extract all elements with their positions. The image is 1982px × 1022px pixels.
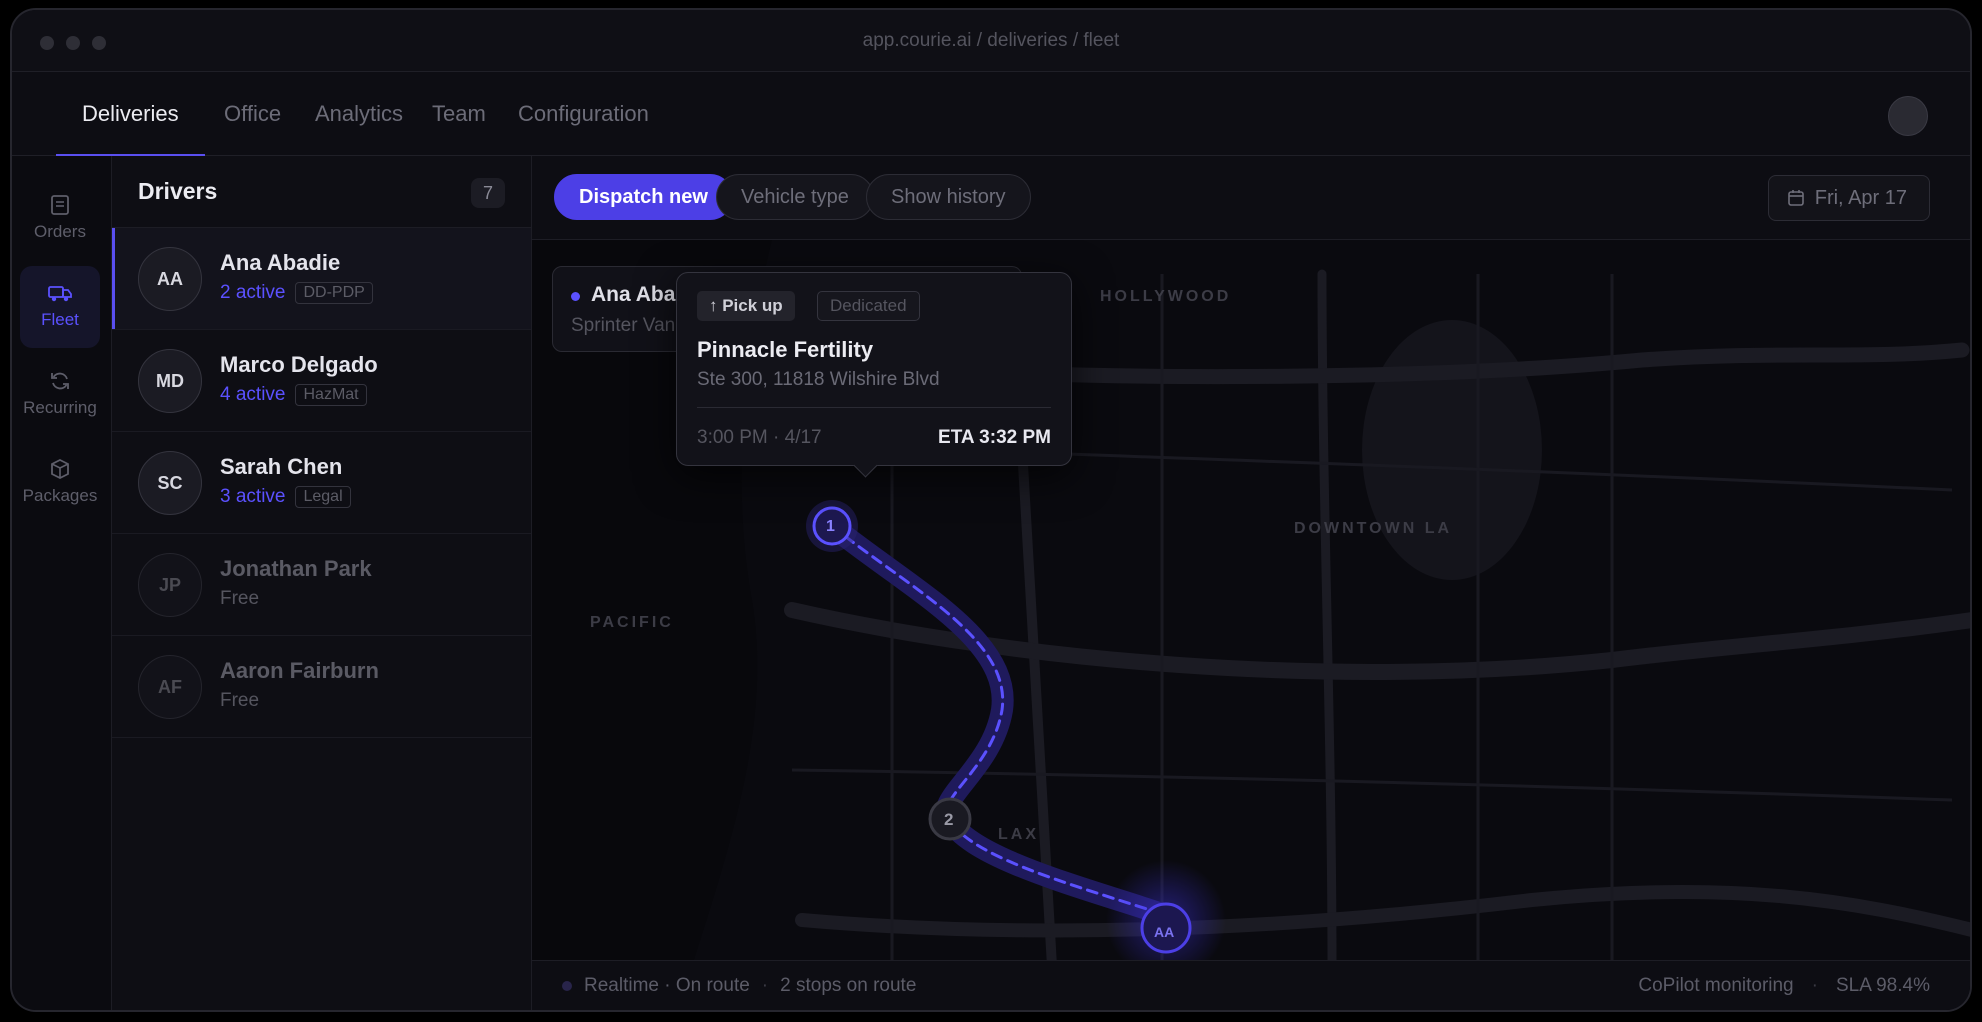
- driver-name: Marco Delgado: [220, 352, 378, 377]
- stop-eta: ETA 3:32 PM: [938, 427, 1051, 448]
- app-window: app.courie.ai / deliveries / fleet Deliv…: [10, 8, 1972, 1012]
- driver-status: 3 active: [220, 486, 286, 507]
- driver-row-sarah-chen[interactable]: SC Sarah Chen 3 active Legal: [112, 432, 531, 534]
- date-picker-button[interactable]: Fri, Apr 17: [1767, 175, 1930, 221]
- truck-icon: [48, 286, 72, 302]
- map-toolbar: Dispatch new Vehicle type Show history F…: [532, 156, 1970, 240]
- vehicle-type-filter[interactable]: Vehicle type: [716, 174, 874, 220]
- tab-deliveries[interactable]: Deliveries: [56, 72, 205, 157]
- driver-status: 4 active: [220, 384, 286, 405]
- rail-item-recurring[interactable]: Recurring: [20, 354, 100, 436]
- route-path: [830, 524, 1170, 918]
- driver-meta: 2 active DD-PDP: [220, 282, 373, 304]
- box-icon: [51, 458, 69, 480]
- service-type-badge: Dedicated: [817, 291, 920, 321]
- main-panel: Dispatch new Vehicle type Show history F…: [532, 156, 1970, 1010]
- driver-row-aaron-fairburn[interactable]: AF Aaron Fairburn Free: [112, 636, 531, 738]
- driver-status: Free: [220, 690, 260, 711]
- realtime-status: Realtime · On route: [584, 975, 750, 996]
- rail-label-orders: Orders: [34, 222, 86, 241]
- rail-label-recurring: Recurring: [23, 398, 97, 417]
- rail-item-fleet[interactable]: Fleet: [20, 266, 100, 348]
- driver-name: Sarah Chen: [220, 454, 343, 479]
- title-bar: app.courie.ai / deliveries / fleet: [12, 10, 1970, 72]
- dispatch-new-button[interactable]: Dispatch new: [554, 174, 733, 220]
- rail-label-packages: Packages: [22, 486, 98, 505]
- map-label-hollywood: HOLLYWOOD: [1100, 288, 1232, 305]
- driver-avatar: AF: [138, 655, 202, 719]
- drivers-panel: Drivers 7 AA Ana Abadie 2 active DD-PDP …: [112, 156, 532, 1010]
- map-label-lax: LAX: [998, 826, 1039, 843]
- calendar-icon: [1787, 190, 1804, 206]
- pickup-badge: ↑ Pick up: [697, 291, 795, 321]
- stop-time: 3:00 PM · 4/17: [697, 427, 822, 448]
- driver-avatar: JP: [138, 553, 202, 617]
- rail-item-orders[interactable]: Orders: [20, 178, 100, 260]
- status-left: Realtime · On route · 2 stops on route: [562, 975, 916, 997]
- driver-marker-label[interactable]: AA: [1154, 924, 1174, 940]
- popup-divider: [697, 407, 1051, 408]
- address-url: app.courie.ai / deliveries / fleet: [862, 30, 1120, 51]
- driver-name: Ana Abadie: [220, 250, 341, 275]
- drivers-header: Drivers 7: [112, 156, 531, 228]
- rail-label-fleet: Fleet: [41, 310, 79, 329]
- driver-name: Jonathan Park: [220, 556, 372, 581]
- route-map[interactable]: HOLLYWOOD DOWNTOWN LA PACIFIC LAX 1 2 AA…: [532, 240, 1970, 960]
- route-vehicle: Sprinter Van ·: [571, 315, 687, 336]
- stops-on-route: 2 stops on route: [780, 975, 917, 996]
- driver-row-marco-delgado[interactable]: MD Marco Delgado 4 active HazMat: [112, 330, 531, 432]
- driver-meta: 4 active HazMat: [220, 384, 367, 406]
- document-icon: [51, 195, 69, 215]
- sla-value: SLA 98.4%: [1835, 975, 1930, 996]
- route-color-dot: [571, 292, 580, 301]
- stop-details-popup[interactable]: ↑ Pick up Dedicated Pinnacle Fertility S…: [676, 272, 1072, 466]
- map-label-pacific: PACIFIC: [590, 614, 674, 631]
- driver-name: Aaron Fairburn: [220, 658, 379, 683]
- drivers-count-badge: 7: [471, 178, 505, 208]
- status-separator: ·: [761, 975, 769, 996]
- drivers-title: Drivers: [138, 178, 218, 204]
- copilot-monitoring: CoPilot monitoring: [1638, 975, 1794, 996]
- driver-status: Free: [220, 588, 260, 609]
- stop-address: Ste 300, 11818 Wilshire Blvd: [697, 369, 940, 390]
- driver-meta: Free: [220, 588, 259, 610]
- downtown-district: [1362, 320, 1542, 580]
- status-bar: Realtime · On route · 2 stops on route C…: [532, 960, 1970, 1010]
- top-navigation: Deliveries Office Analytics Team Configu…: [12, 72, 1970, 157]
- stop-1-label[interactable]: 1: [826, 518, 835, 536]
- stop-title: Pinnacle Fertility: [697, 337, 874, 362]
- status-right: CoPilot monitoring · SLA 98.4%: [1638, 975, 1930, 997]
- driver-tag: HazMat: [295, 384, 367, 406]
- driver-row-jonathan-park[interactable]: JP Jonathan Park Free: [112, 534, 531, 636]
- rail-item-packages[interactable]: Packages: [20, 442, 100, 524]
- realtime-indicator: [562, 981, 572, 991]
- driver-avatar: AA: [138, 247, 202, 311]
- icon-rail: Orders Fleet Recurring Packages: [12, 156, 112, 1010]
- driver-status: 2 active: [220, 282, 286, 303]
- driver-row-ana-abadie[interactable]: AA Ana Abadie 2 active DD-PDP: [112, 228, 531, 330]
- map-label-downtown: DOWNTOWN LA: [1294, 520, 1453, 537]
- show-history-button[interactable]: Show history: [866, 174, 1031, 220]
- driver-meta: Free: [220, 690, 259, 712]
- refresh-icon: [51, 372, 69, 390]
- driver-tag: DD-PDP: [295, 282, 373, 304]
- stop-2-label[interactable]: 2: [944, 810, 953, 830]
- status-separator: ·: [1811, 975, 1818, 996]
- driver-avatar: SC: [138, 451, 202, 515]
- tab-configuration[interactable]: Configuration: [492, 72, 675, 156]
- driver-avatar: MD: [138, 349, 202, 413]
- date-label: Fri, Apr 17: [1814, 187, 1907, 209]
- driver-meta: 3 active Legal: [220, 486, 351, 508]
- user-avatar[interactable]: [1888, 96, 1928, 136]
- driver-tag: Legal: [295, 486, 351, 508]
